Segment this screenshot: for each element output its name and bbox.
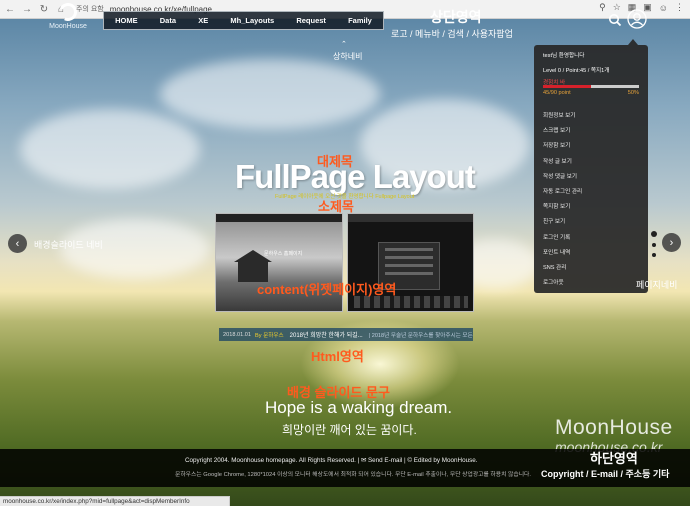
site-logo[interactable]: MoonHouse xyxy=(48,0,88,37)
exp-bar xyxy=(543,85,639,88)
page-dot[interactable] xyxy=(652,243,656,247)
logo-text: MoonHouse xyxy=(49,23,87,30)
annotation-bottom-area: 하단영역 xyxy=(590,451,638,466)
member-menu-item[interactable]: SNS 관리 xyxy=(543,261,582,276)
menu-item-home[interactable]: HOME xyxy=(115,16,138,25)
member-menu-item[interactable]: 쪽지함 보기 xyxy=(543,200,582,215)
exp-percent: 50% xyxy=(627,90,639,96)
member-menu-item[interactable]: 자동 로그인 관리 xyxy=(543,185,582,200)
member-menu-item[interactable]: 로그인 기록 xyxy=(543,231,582,246)
moon-icon xyxy=(56,0,80,24)
member-menu-item[interactable]: 저장함 보기 xyxy=(543,139,582,154)
chevron-right-icon: › xyxy=(669,236,674,249)
ticker-date: 2018.01.01 xyxy=(223,331,251,338)
prev-slide-button[interactable]: ‹ xyxy=(8,234,27,253)
level-text: Level 0 / Point:45 / 쪽지1개 xyxy=(543,68,610,74)
menu-item-mh-layouts[interactable]: Mh_Layouts xyxy=(230,16,274,25)
thumbnail-header xyxy=(216,214,342,222)
member-menu-item[interactable]: 작성 글 보기 xyxy=(543,155,582,170)
cloud-shape xyxy=(20,109,200,189)
annotation-page-nav: 페이지네비 xyxy=(636,280,678,290)
next-slide-button[interactable]: › xyxy=(662,233,681,252)
page-dot[interactable] xyxy=(652,253,656,257)
cloud-shape xyxy=(160,59,380,129)
annotation-bottom-area-sub: Copyright / E-mail / 주소등 기타 xyxy=(541,469,670,479)
news-ticker[interactable]: 2018.01.01 By 문하우스 2018년 희망찬 한해가 되길... |… xyxy=(219,328,473,341)
profile-icon[interactable]: ☺ xyxy=(659,3,668,13)
exp-bar-fill xyxy=(543,85,591,88)
page-dots xyxy=(651,231,657,263)
menu-item-xe[interactable]: XE xyxy=(198,16,208,25)
hero-quote: Hope is a waking dream. xyxy=(265,398,453,417)
annotation-slide-nav: 배경슬라이드 네비 xyxy=(34,240,103,250)
ticker-title-2[interactable]: | 2018년 무술년 문하우스를 찾아주시는 모든 분 xyxy=(369,331,473,339)
browser-status-bar: moonhouse.co.kr/xe/index.php?mid=fullpag… xyxy=(0,496,230,506)
sub-nav-up-icon[interactable]: ⌃ xyxy=(341,40,347,48)
menu-icon[interactable]: ⋮ xyxy=(675,2,684,13)
page-dot[interactable] xyxy=(651,231,657,237)
ticker-title[interactable]: 2018년 희망찬 한해가 되길... xyxy=(290,330,363,339)
menu-item-request[interactable]: Request xyxy=(296,16,326,25)
annotation-top-area: 상단영역 xyxy=(430,9,482,25)
annotation-top-area-sub: 로고 / 메뉴바 / 검색 / 사용자팝업 xyxy=(391,29,513,39)
back-icon[interactable]: ← xyxy=(3,2,17,16)
watermark-text: MoonHouse xyxy=(555,416,673,439)
member-menu-item[interactable]: 친구 보기 xyxy=(543,215,582,230)
forward-icon[interactable]: → xyxy=(20,2,34,16)
key-icon[interactable]: ⚲ xyxy=(599,2,606,13)
star-icon[interactable]: ☆ xyxy=(613,2,621,13)
footer-copyright[interactable]: Copyright 2004. Moonhouse homepage. All … xyxy=(185,457,478,464)
menu-item-family[interactable]: Family xyxy=(348,16,372,25)
member-menu-item[interactable]: 포인트 내역 xyxy=(543,246,582,261)
menu-item-data[interactable]: Data xyxy=(160,16,176,25)
member-menu-item[interactable]: 작성 댓글 보기 xyxy=(543,170,582,185)
thumbnail-caption: 문하우스 홈페이지 xyxy=(264,251,303,257)
logout-menu-item[interactable]: 로그아웃 xyxy=(543,276,582,291)
thumbnail-header xyxy=(348,214,473,222)
member-menu-item[interactable]: 회원정보 보기 xyxy=(543,109,582,124)
member-popup: test님 환영합니다 Level 0 / Point:45 / 쪽지1개 경험… xyxy=(534,45,648,293)
main-menu-bar: HOME Data XE Mh_Layouts Request Family xyxy=(103,11,384,30)
hero-quote-korean: 희망이란 깨어 있는 꿈이다. xyxy=(282,423,417,437)
ticker-author: By 문하우스 xyxy=(255,332,284,339)
member-menu: 회원정보 보기 스크랩 보기 저장함 보기 작성 글 보기 작성 댓글 보기 자… xyxy=(543,109,582,291)
annotation-sub-nav: 상하네비 xyxy=(333,52,363,61)
chevron-left-icon: ‹ xyxy=(15,237,20,250)
exp-points: 45/90 point xyxy=(543,90,571,96)
search-icon[interactable] xyxy=(608,13,622,27)
welcome-text: test님 환영합니다 xyxy=(543,53,585,59)
member-menu-item[interactable]: 스크랩 보기 xyxy=(543,124,582,139)
annotation-html: Html영역 xyxy=(311,349,364,364)
footer-notice: 문하우스는 Google Chrome, 1280*1024 이상의 모니터 해… xyxy=(175,472,531,478)
page-title: FullPage Layout xyxy=(235,158,476,195)
user-icon[interactable] xyxy=(627,9,647,29)
annotation-content: content(위젯페이지)영역 xyxy=(257,282,397,297)
